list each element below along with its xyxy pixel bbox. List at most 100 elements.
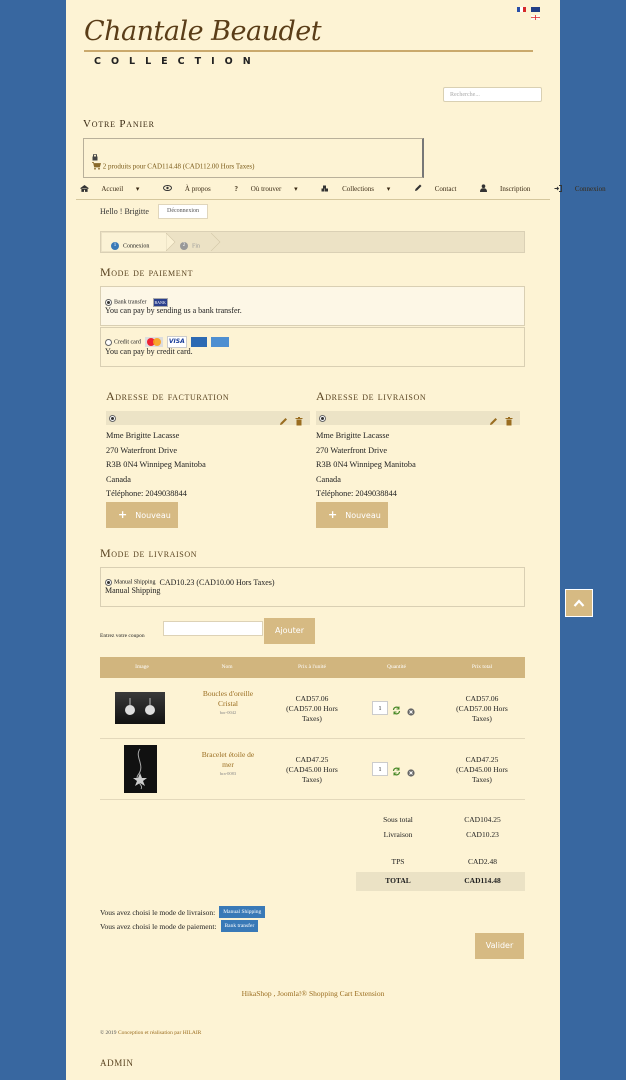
payment-label: Credit card [114, 339, 141, 346]
product-name-line: Boucles d'oreille [202, 689, 254, 698]
product-image[interactable] [115, 692, 165, 724]
col-unit-price: Prix à l'unité [298, 664, 326, 670]
trash-icon[interactable] [505, 413, 513, 431]
cart-summary-value: CAD114.48 (CAD112.00 Hors Taxes) [147, 162, 255, 171]
shipping-new-button[interactable]: + Nouveau [316, 502, 388, 528]
nav-label: Connexion [574, 184, 606, 193]
payment-option-bank[interactable]: Bank transfer BANK You can pay by sendin… [100, 286, 525, 326]
refresh-icon[interactable] [392, 763, 401, 781]
product-name[interactable]: Boucles d'oreille Cristal bor-0042 [186, 689, 270, 715]
footer-copyright: © 2019 Conception et réalisation par HIL… [100, 1030, 201, 1036]
product-name[interactable]: Bracelet étoile de mer bra-0083 [186, 750, 270, 776]
logo-title[interactable]: Chantale Beaudet [84, 16, 322, 47]
payment-radio-bank[interactable] [105, 298, 112, 306]
user-greeting: Hello ! Brigitte [100, 207, 149, 216]
edit-icon[interactable] [279, 413, 288, 431]
delivery-option[interactable]: Manual Shipping CAD10.23 (CAD10.00 Hors … [100, 567, 525, 607]
billing-address: Mme Brigitte Lacasse 270 Waterfront Driv… [106, 429, 206, 502]
step-arrow [211, 233, 221, 251]
chevron-down-icon: ▾ [386, 184, 391, 193]
nav-item-ou-trouver[interactable]: ? Où trouver ▾ [235, 185, 309, 193]
billing-new-button[interactable]: + Nouveau [106, 502, 178, 528]
product-image[interactable] [124, 745, 157, 793]
coupon-label: Entrez votre coupon [100, 633, 145, 639]
total-value: CAD114.48 [464, 876, 501, 885]
quantity-input[interactable]: 1 [372, 762, 388, 776]
subtotal-label: Sous total [383, 815, 413, 824]
copyright-link[interactable]: Conception et réalisation par HILAIR [118, 1030, 201, 1036]
trash-icon[interactable] [295, 413, 303, 431]
price-line: (CAD45.00 Hors [286, 765, 338, 774]
payment-label: Bank transfer [114, 299, 147, 306]
product-name-line: Cristal [218, 699, 238, 708]
edit-icon[interactable] [489, 413, 498, 431]
address-phone: Téléphone: 2049038844 [106, 489, 187, 498]
remove-icon[interactable] [407, 703, 415, 721]
price-line: (CAD45.00 Hors [456, 765, 508, 774]
sign-in-icon [554, 184, 563, 194]
col-quantity: Quantité [387, 664, 406, 670]
refresh-icon[interactable] [392, 702, 401, 720]
remove-icon[interactable] [407, 764, 415, 782]
search-input[interactable]: Recherche... [443, 87, 542, 102]
mastercard-icon [144, 337, 163, 348]
delivery-radio[interactable] [105, 578, 112, 586]
price-line: Taxes) [472, 714, 492, 723]
nav-label: Où trouver [250, 184, 282, 193]
address-city: R3B 0N4 Winnipeg Manitoba [106, 460, 206, 469]
back-to-top-button[interactable] [565, 589, 593, 617]
cubes-icon [321, 185, 329, 194]
chevron-down-icon: ▾ [135, 184, 140, 193]
footer-credit[interactable]: HikaShop , Joomla!® Shopping Cart Extens… [66, 989, 560, 998]
button-label: Nouveau [135, 511, 171, 520]
nav-item-accueil[interactable]: Accueil ▾ [80, 184, 150, 193]
address-country: Canada [316, 474, 341, 484]
step-connexion[interactable]: 1 Connexion [102, 233, 176, 251]
shipping-address-title: Adresse de livraison [316, 389, 427, 403]
shipping-radio[interactable] [319, 415, 326, 422]
page-container: Chantale Beaudet COLLECTION Recherche...… [66, 0, 606, 1080]
coupon-input[interactable] [163, 621, 263, 636]
price-line: CAD47.25 [295, 755, 329, 764]
payment-desc: You can pay by sending us a bank transfe… [105, 306, 242, 315]
logout-button[interactable]: Déconnexion [158, 204, 208, 219]
address-city: R3B 0N4 Winnipeg Manitoba [316, 460, 416, 469]
payment-option-card[interactable]: Credit card VISA You can pay by credit c… [100, 327, 525, 367]
shipping-address-bar [316, 411, 520, 426]
chevron-down-icon: ▾ [294, 184, 298, 193]
price-line: (CAD57.00 Hors [286, 704, 338, 713]
nav-label: Contact [434, 184, 457, 193]
nav-item-a-propos[interactable]: À propos [163, 185, 222, 193]
billing-radio[interactable] [109, 415, 116, 422]
step-label: Fin [192, 243, 201, 250]
nav-item-collections[interactable]: Collections ▾ [321, 185, 401, 193]
billing-title: Adresse de facturation [106, 389, 230, 403]
nav-item-inscription[interactable]: Inscription [480, 184, 541, 193]
recap-text: Vous avez choisi le mode de paiement: [100, 921, 217, 931]
tax-value: CAD2.48 [468, 857, 497, 866]
card-icon [190, 337, 207, 348]
cart-summary[interactable]: 2 produits pour CAD114.48 (CAD112.00 Hor… [92, 162, 254, 172]
coupon-add-button[interactable]: Ajouter [264, 618, 315, 644]
button-label: Nouveau [345, 511, 381, 520]
product-code: bra-0083 [219, 771, 237, 776]
nav-item-connexion[interactable]: Connexion [554, 184, 616, 194]
flag-en-icon[interactable] [530, 7, 541, 21]
col-name: Nom [221, 664, 233, 670]
price-line: Taxes) [302, 714, 322, 723]
admin-link[interactable]: ADMIN [100, 1058, 134, 1068]
price-line: Taxes) [302, 775, 322, 784]
validate-button[interactable]: Valider [475, 933, 524, 959]
price-line: CAD57.06 [465, 694, 499, 703]
plus-icon: + [328, 508, 338, 521]
quantity-input[interactable]: 1 [372, 701, 388, 715]
shopping-cart-icon [92, 162, 102, 172]
col-total: Prix total [471, 664, 493, 670]
nav-item-contact[interactable]: Contact [414, 184, 468, 193]
flag-fr-icon[interactable] [517, 7, 526, 12]
total-row: TOTAL CAD114.48 [356, 872, 525, 891]
address-street: 270 Waterfront Drive [316, 445, 388, 455]
payment-radio-card[interactable] [105, 338, 112, 346]
question-icon: ? [234, 184, 239, 193]
table-row: Bracelet étoile de mer bra-0083 CAD47.25… [100, 739, 525, 799]
